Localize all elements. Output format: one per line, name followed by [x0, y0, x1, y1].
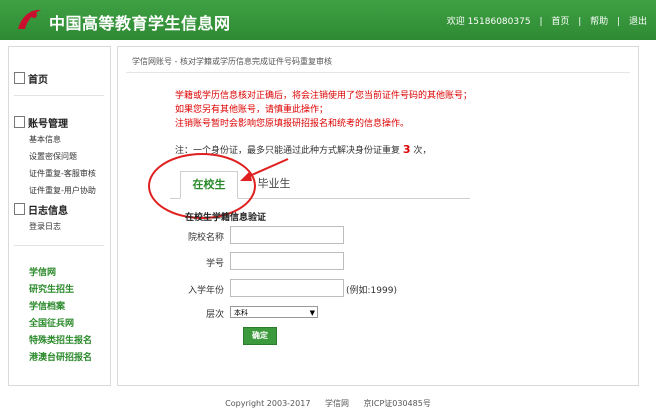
nav-logout-link[interactable]: 退出 — [629, 17, 647, 27]
level-label: 层次 — [205, 310, 224, 320]
main-panel: 学信网账号 - 核对学籍或学历信息完成证件号码重复审核 学籍或学历信息核对正确后… — [117, 46, 639, 386]
sidebar-log-title: 日志信息 — [14, 202, 68, 217]
sidebar: 首页 账号管理 基本信息 设置密保问题 证件重复-客服审核 证件重复-用户协助 … — [8, 46, 111, 386]
welcome-text: 欢迎 15186080375 — [446, 17, 531, 27]
sidebar-item-security-question[interactable]: 设置密保问题 — [29, 151, 77, 162]
enroll-year-label: 入学年份 — [187, 286, 224, 296]
site-title: 中国高等教育学生信息网 — [49, 14, 231, 33]
sidebar-item-login-log[interactable]: 登录日志 — [29, 221, 61, 232]
sidebar-link-special-admission[interactable]: 特殊类招生报名 — [29, 333, 92, 346]
enroll-year-hint: (例如:1999) — [346, 286, 397, 296]
student-id-label: 学号 — [205, 259, 224, 269]
footer: Copyright 2003-2017 学信网 京ICP证030485号 — [0, 398, 656, 409]
sidebar-item-id-duplicate-review[interactable]: 证件重复-客服审核 — [29, 168, 96, 179]
nav-home-link[interactable]: 首页 — [551, 17, 569, 27]
top-nav: 欢迎 15186080375 | 首页 | 帮助 | 退出 — [446, 17, 647, 27]
page-icon — [14, 116, 25, 128]
level-select[interactable]: 本科 ▼ — [230, 306, 318, 318]
sidebar-account-title: 账号管理 — [14, 115, 68, 130]
sidebar-item-id-duplicate-assist[interactable]: 证件重复-用户协助 — [29, 185, 96, 196]
sidebar-link-conscription[interactable]: 全国征兵网 — [29, 316, 74, 329]
submit-button[interactable]: 确定 — [243, 327, 277, 345]
sidebar-item-basic-info[interactable]: 基本信息 — [29, 134, 61, 145]
form-title: 在校生学籍信息验证 — [185, 213, 267, 223]
sidebar-home[interactable]: 首页 — [14, 71, 48, 86]
footer-copyright: Copyright 2003-2017 — [225, 399, 311, 408]
sidebar-divider — [14, 245, 104, 246]
page-icon — [14, 203, 25, 215]
sidebar-link-hk-mo-tw[interactable]: 港澳台研招报名 — [29, 350, 92, 363]
sidebar-link-student-archive[interactable]: 学信档案 — [29, 299, 65, 312]
page-icon — [14, 72, 25, 84]
school-label: 院校名称 — [187, 233, 224, 243]
footer-site: 学信网 — [324, 399, 349, 408]
level-select-value: 本科 — [234, 309, 248, 317]
sidebar-divider — [14, 95, 104, 96]
top-header: 中国高等教育学生信息网 欢迎 15186080375 | 首页 | 帮助 | 退… — [0, 0, 656, 40]
chevron-down-icon: ▼ — [309, 309, 315, 317]
sidebar-link-chsi[interactable]: 学信网 — [29, 265, 56, 278]
sidebar-home-label: 首页 — [28, 75, 48, 86]
logo-icon — [18, 9, 41, 29]
student-id-input[interactable] — [230, 252, 344, 270]
nav-help-link[interactable]: 帮助 — [590, 17, 608, 27]
footer-icp: 京ICP证030485号 — [363, 399, 431, 408]
school-input[interactable] — [230, 226, 344, 244]
enroll-year-input[interactable] — [230, 279, 344, 297]
sidebar-link-graduate-admission[interactable]: 研究生招生 — [29, 282, 74, 295]
